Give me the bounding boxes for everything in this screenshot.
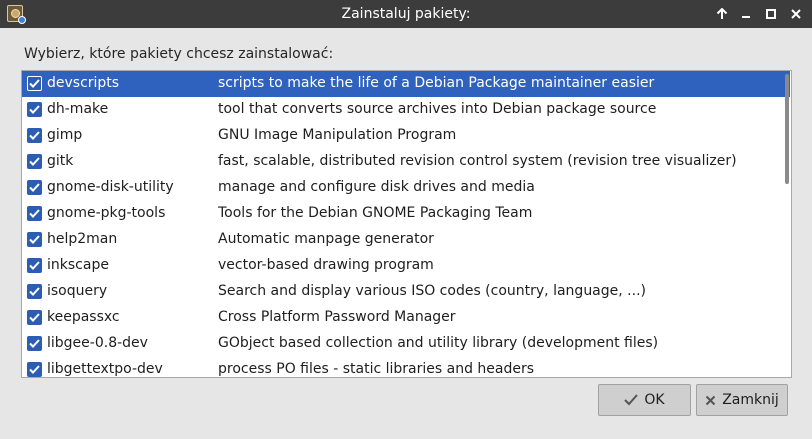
checkmark-icon [29,105,40,114]
package-description: tool that converts source archives into … [218,101,657,117]
package-row[interactable]: help2man Automatic manpage generator [22,227,790,253]
check-icon [624,394,639,406]
package-name: inkscape [47,257,109,273]
instruction-label: Wybierz, które pakiety chcesz zainstalow… [24,46,334,62]
list-scrollbar[interactable] [785,74,789,184]
close-icon [791,9,801,19]
maximize-button[interactable] [761,4,781,24]
checkmark-icon [29,157,40,166]
package-name: libgettextpo-dev [47,361,163,377]
package-name: keepassxc [47,309,120,325]
package-checkbox[interactable] [27,362,42,377]
package-row[interactable]: gimp GNU Image Manipulation Program [22,123,790,149]
package-checkbox[interactable] [27,336,42,351]
package-row[interactable]: inkscape vector-based drawing program [22,253,790,279]
package-description: scripts to make the life of a Debian Pac… [218,75,655,91]
minimize-button[interactable] [736,4,756,24]
package-list[interactable]: devscripts scripts to make the life of a … [21,70,792,378]
checkmark-icon [29,183,40,192]
checkmark-icon [29,261,40,270]
package-description: GNU Image Manipulation Program [218,127,457,143]
package-row[interactable]: isoquery Search and display various ISO c… [22,279,790,305]
package-description: process PO files - static libraries and … [218,361,535,377]
close-label: Zamknij [722,392,779,408]
package-checkbox[interactable] [27,284,42,299]
package-row[interactable]: libgettextpo-dev process PO files - stati… [22,357,790,377]
close-window-button[interactable] [786,4,806,24]
checkmark-icon [29,209,40,218]
package-description: fast, scalable, distributed revision con… [218,153,737,169]
package-checkbox[interactable] [27,258,42,273]
package-name: isoquery [47,283,108,299]
package-checkbox[interactable] [27,206,42,221]
package-row[interactable]: keepassxc Cross Platform Password Manager [22,305,790,331]
package-name: devscripts [47,75,120,91]
ok-button[interactable]: OK [598,384,691,416]
checkmark-icon [29,235,40,244]
package-checkbox[interactable] [27,128,42,143]
package-name: gitk [47,153,74,169]
checkmark-icon [29,365,40,374]
package-row[interactable]: gnome-pkg-tools Tools for the Debian GNOM… [22,201,790,227]
title-bar[interactable]: Zainstaluj pakiety: [0,0,812,28]
x-icon [705,395,716,405]
package-checkbox[interactable] [27,76,42,91]
checkmark-icon [29,313,40,322]
package-description: Cross Platform Password Manager [218,309,456,325]
checkmark-icon [29,287,40,296]
checkmark-icon [29,79,40,88]
package-checkbox[interactable] [27,180,42,195]
keep-above-button[interactable] [712,4,732,24]
package-description: Search and display various ISO codes (co… [218,283,646,299]
package-name: gimp [47,127,83,143]
window-title: Zainstaluj pakiety: [341,6,471,22]
package-name: help2man [47,231,118,247]
close-button[interactable]: Zamknij [696,384,788,416]
package-description: GObject based collection and utility lib… [218,335,659,351]
package-name: libgee-0.8-dev [47,335,148,351]
minimize-icon [742,16,750,18]
package-row[interactable]: gnome-disk-utility manage and configure d… [22,175,790,201]
arrow-up-icon [716,8,728,19]
package-description: manage and configure disk drives and med… [218,179,535,195]
package-description: Automatic manpage generator [218,231,434,247]
checkmark-icon [29,131,40,140]
ok-label: OK [644,392,665,408]
package-checkbox[interactable] [27,102,42,117]
package-checkbox[interactable] [27,154,42,169]
package-description: Tools for the Debian GNOME Packaging Tea… [218,205,533,221]
maximize-icon [766,9,776,19]
package-row[interactable]: devscripts scripts to make the life of a … [22,71,790,97]
package-row[interactable]: dh-make tool that converts source archive… [22,97,790,123]
checkmark-icon [29,339,40,348]
package-checkbox[interactable] [27,310,42,325]
package-checkbox[interactable] [27,232,42,247]
package-row[interactable]: libgee-0.8-dev GObject based collection a… [22,331,790,357]
package-name: gnome-disk-utility [47,179,174,195]
package-row[interactable]: gitk fast, scalable, distributed revision… [22,149,790,175]
package-description: vector-based drawing program [218,257,434,273]
package-name: dh-make [47,101,109,117]
package-name: gnome-pkg-tools [47,205,166,221]
